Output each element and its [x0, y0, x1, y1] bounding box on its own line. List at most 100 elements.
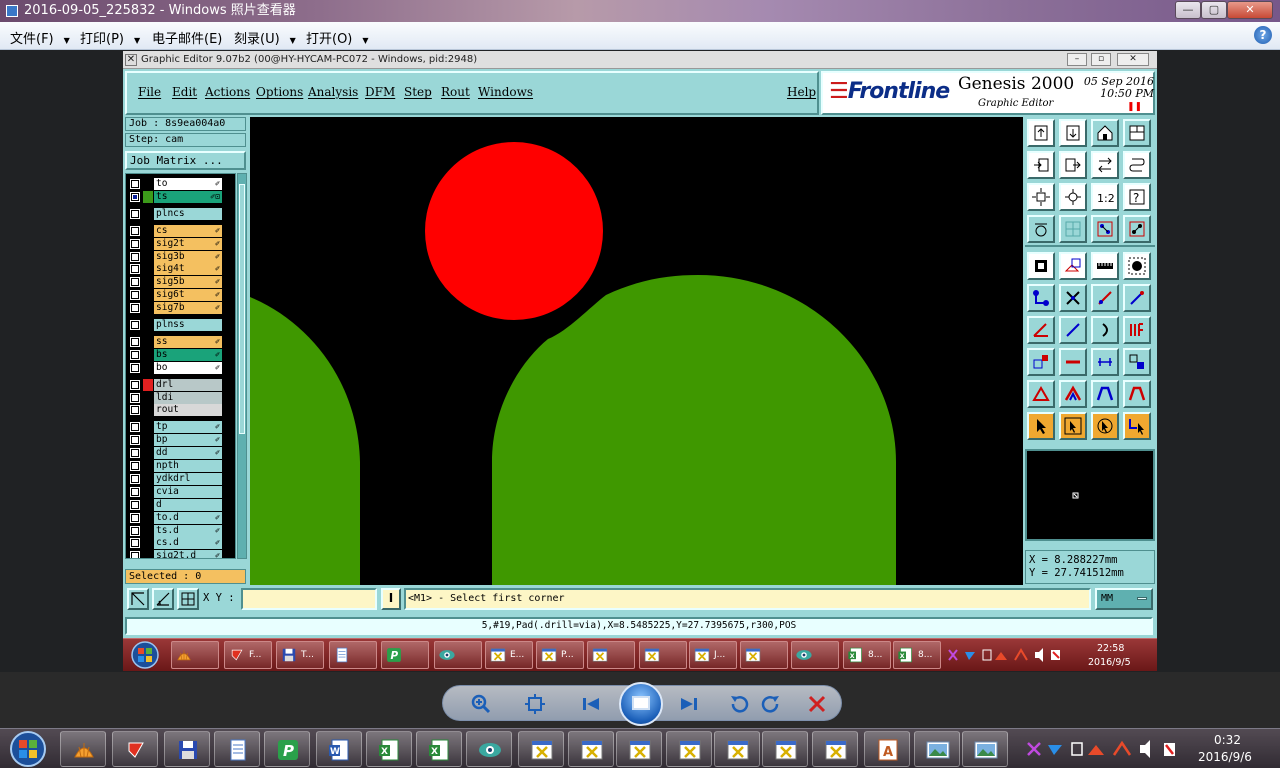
- inner-taskbar-button[interactable]: [434, 641, 482, 669]
- layer-color-swatch[interactable]: [143, 378, 153, 391]
- layer-row-cvia[interactable]: cvia: [126, 485, 226, 498]
- home-button[interactable]: [1091, 119, 1119, 147]
- layer-row-sig4t[interactable]: sig4t ✐: [126, 263, 226, 276]
- layer-checkbox[interactable]: [130, 251, 140, 262]
- inner-taskbar-button[interactable]: P...: [536, 641, 584, 669]
- layer-row-sig3b[interactable]: sig3b ✐: [126, 250, 226, 263]
- select-route-button[interactable]: [1123, 412, 1151, 440]
- menu-print[interactable]: 打印(P) ▼: [80, 28, 140, 47]
- layer-checkbox[interactable]: [130, 290, 140, 301]
- layer-color-swatch[interactable]: [143, 537, 153, 550]
- previous-icon[interactable]: [579, 692, 603, 716]
- layer-color-swatch[interactable]: [143, 263, 153, 276]
- close-button[interactable]: ✕: [1117, 53, 1149, 66]
- inner-taskbar-button[interactable]: [791, 641, 839, 669]
- layer-row-ydkdrl[interactable]: ydkdrl: [126, 472, 226, 485]
- arch-red-button[interactable]: [1123, 380, 1151, 408]
- taskbar-button[interactable]: [60, 731, 106, 767]
- layer-name[interactable]: npth: [154, 460, 222, 472]
- layer-row-sig6t[interactable]: sig6t ✐: [126, 289, 226, 302]
- grid-button[interactable]: [177, 588, 199, 610]
- line-point-button[interactable]: [1091, 284, 1119, 312]
- layer-color-swatch[interactable]: [143, 289, 153, 302]
- zoom-icon[interactable]: [469, 692, 493, 716]
- taskbar-button[interactable]: [164, 731, 210, 767]
- menu-options[interactable]: Options: [256, 85, 303, 99]
- next-icon[interactable]: [677, 692, 701, 716]
- angle-button[interactable]: [1027, 316, 1055, 344]
- layer-name[interactable]: bs ✐: [154, 348, 222, 361]
- layer-name[interactable]: sig2t.d ✐: [154, 550, 222, 558]
- maximize-button[interactable]: ▢: [1201, 1, 1227, 19]
- layer-name[interactable]: ss ✐: [154, 335, 222, 348]
- delete-icon[interactable]: [805, 692, 829, 716]
- layer-row-ts-d[interactable]: ts.d ✐: [126, 524, 226, 537]
- layer-checkbox[interactable]: [130, 512, 140, 523]
- menu-rout[interactable]: Rout: [441, 85, 470, 99]
- layer-checkbox[interactable]: [130, 486, 140, 497]
- layer-name[interactable]: ts ✐⊡: [154, 190, 222, 203]
- layer-color-swatch[interactable]: [143, 250, 153, 263]
- layer-color-swatch[interactable]: [143, 178, 153, 190]
- menu-actions[interactable]: Actions: [205, 85, 250, 99]
- layer-name[interactable]: dd ✐: [154, 447, 222, 460]
- menu-file[interactable]: File: [138, 85, 161, 99]
- display-button[interactable]: [1027, 252, 1055, 280]
- layer-color-swatch[interactable]: [143, 335, 153, 348]
- inner-taskbar-button[interactable]: E...: [485, 641, 533, 669]
- layer-name[interactable]: sig5b ✐: [154, 276, 222, 289]
- units-select[interactable]: MM: [1095, 588, 1153, 610]
- layer-checkbox[interactable]: [130, 525, 140, 536]
- ruler-button[interactable]: [1091, 252, 1119, 280]
- rotate-left-icon[interactable]: [727, 692, 751, 716]
- inner-taskbar-button[interactable]: [740, 641, 788, 669]
- layer-name[interactable]: bp ✐: [154, 434, 222, 447]
- layer-checkbox[interactable]: [130, 277, 140, 288]
- rotate-right-icon[interactable]: [759, 692, 783, 716]
- taskbar-button[interactable]: [714, 731, 760, 767]
- triangle-bold-button[interactable]: [1059, 380, 1087, 408]
- layer-name[interactable]: sig4t ✐: [154, 263, 222, 276]
- layer-row-bs[interactable]: bs ✐: [126, 348, 226, 361]
- layer-checkbox[interactable]: [130, 208, 140, 219]
- scroll-thumb[interactable]: [239, 184, 245, 434]
- measure-button[interactable]: [152, 588, 174, 610]
- view-button[interactable]: [1027, 215, 1055, 243]
- layer-color-swatch[interactable]: [143, 421, 153, 434]
- layer-row-sig2t-d[interactable]: sig2t.d ✐: [126, 550, 226, 558]
- layer-row-plnss[interactable]: plnss: [126, 319, 226, 331]
- layer-checkbox[interactable]: [130, 179, 140, 189]
- layer-row-cs[interactable]: cs ✐: [126, 224, 226, 237]
- slash-button[interactable]: [1059, 316, 1087, 344]
- layer-checkbox[interactable]: [130, 422, 140, 433]
- layer-color-swatch[interactable]: [143, 302, 153, 315]
- layer-scrollbar[interactable]: [237, 173, 247, 559]
- copy-layer-button[interactable]: [1027, 119, 1055, 147]
- layer-name[interactable]: bo ✐: [154, 361, 222, 374]
- inner-taskbar-button[interactable]: [587, 641, 635, 669]
- net-red-button[interactable]: [1091, 215, 1119, 243]
- layer-name[interactable]: sig6t ✐: [154, 289, 222, 302]
- inner-taskbar-button[interactable]: T...: [276, 641, 324, 669]
- maximize-button[interactable]: ▫: [1091, 53, 1111, 66]
- taskbar-button[interactable]: [762, 731, 808, 767]
- taskbar-button[interactable]: A: [864, 731, 910, 767]
- layer-out-button[interactable]: [1059, 151, 1087, 179]
- layer-checkbox[interactable]: [130, 435, 140, 446]
- layer-color-swatch[interactable]: [143, 460, 153, 472]
- net-compare-button[interactable]: [1123, 215, 1151, 243]
- fit-button[interactable]: [1027, 183, 1055, 211]
- layer-row-d[interactable]: d: [126, 498, 226, 511]
- grid-view-button[interactable]: [1059, 215, 1087, 243]
- menu-analysis[interactable]: Analysis: [308, 85, 358, 99]
- rout-button[interactable]: [1123, 151, 1151, 179]
- menu-help[interactable]: Help: [787, 85, 816, 99]
- taskbar-button[interactable]: X: [366, 731, 412, 767]
- layer-row-sig7b[interactable]: sig7b ✐: [126, 302, 226, 315]
- taskbar-button[interactable]: [214, 731, 260, 767]
- minimize-button[interactable]: –: [1067, 53, 1087, 66]
- layer-name[interactable]: rout: [154, 404, 222, 417]
- start-orb-icon[interactable]: [125, 639, 165, 671]
- graphic-canvas[interactable]: [250, 117, 1023, 585]
- select-arrow-button[interactable]: [1027, 412, 1055, 440]
